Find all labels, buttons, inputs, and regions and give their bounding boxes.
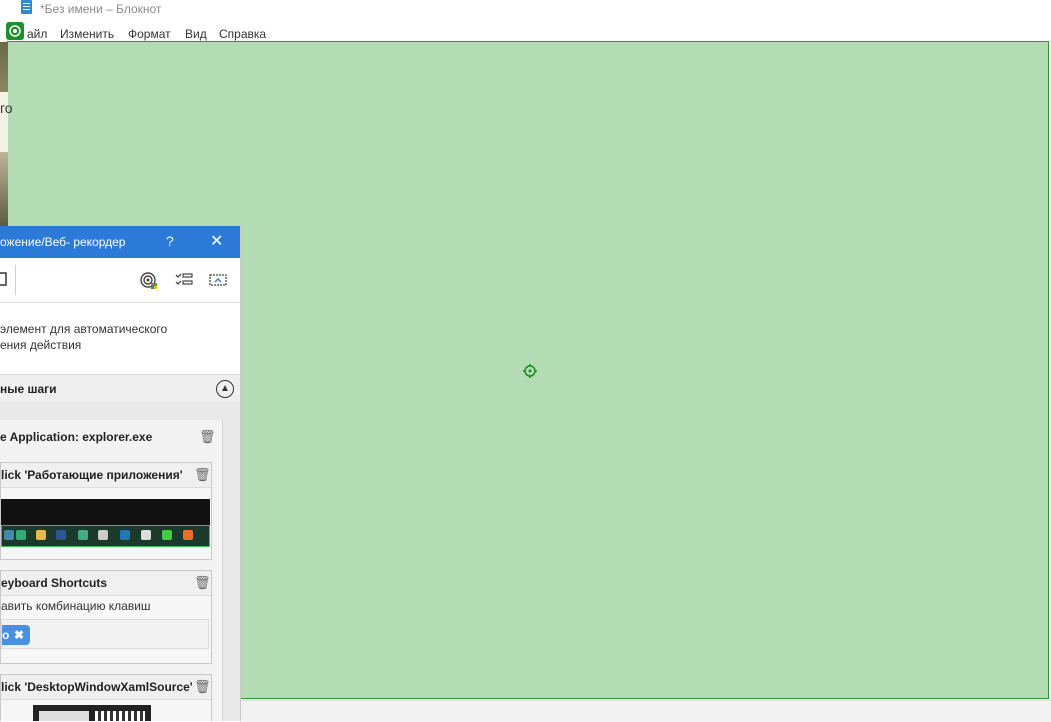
step-title: e Application: explorer.exe (0, 430, 153, 444)
background-text-fragment: го (0, 92, 13, 152)
card-header: lick 'DesktopWindowXamlSource' 🗑 (1, 675, 211, 700)
menu-edit[interactable]: Изменить (60, 27, 114, 41)
step-title: lick 'Работающие приложения' (1, 468, 183, 482)
hint-line-2: ения действия (0, 338, 82, 352)
menu-help[interactable]: Справка (219, 27, 266, 41)
shortcut-chip[interactable]: o ✖ (2, 625, 30, 645)
delete-step-icon[interactable]: 🗑 (194, 575, 211, 591)
step-screenshot-thumbnail (33, 705, 151, 721)
element-picker-icon (6, 22, 24, 40)
step-title: eyboard Shortcuts (1, 576, 108, 590)
step-click-running-apps: lick 'Работающие приложения' 🗑 (0, 462, 212, 560)
notepad-title-bar: *Без имени – Блокнот (0, 0, 1051, 22)
shortcut-input[interactable]: o ✖ (1, 619, 209, 649)
step-click-desktop-window: lick 'DesktopWindowXamlSource' 🗑 (0, 674, 212, 721)
section-title: ные шаги (0, 382, 57, 396)
notepad-status-bar (240, 700, 1051, 722)
record-icon[interactable] (0, 270, 14, 290)
close-button[interactable]: ✕ (210, 231, 223, 251)
hint-line-1: элемент для автоматического (0, 322, 168, 336)
menu-format[interactable]: Формат (128, 27, 171, 41)
toolbar-divider (15, 265, 16, 295)
delete-step-icon[interactable]: 🗑 (194, 679, 211, 695)
target-picker-icon[interactable] (139, 270, 159, 290)
recorded-steps-header[interactable]: ные шаги ▲ (0, 374, 240, 404)
screen-capture-icon[interactable] (208, 270, 228, 290)
card-header: eyboard Shortcuts 🗑 (1, 571, 211, 596)
step-screenshot-thumbnail (1, 499, 210, 547)
background-fragment: го (0, 100, 13, 116)
menu-file[interactable]: айл (27, 27, 47, 41)
card-header: lick 'Работающие приложения' 🗑 (1, 463, 211, 488)
step-launch-application: e Application: explorer.exe 🗑 lick 'Рабо… (0, 420, 223, 721)
recorder-title: ожение/Веб- рекордер (0, 235, 126, 249)
crosshair-icon (523, 364, 537, 378)
shortcut-subtitle: авить комбинацию клавиш (1, 599, 151, 613)
notepad-title: *Без имени – Блокнот (40, 2, 162, 16)
step-keyboard-shortcuts: eyboard Shortcuts 🗑 авить комбинацию кла… (0, 570, 212, 664)
delete-step-icon[interactable]: 🗑 (194, 467, 211, 483)
menu-view[interactable]: Вид (185, 27, 207, 41)
recorder-panel: ожение/Веб- рекордер ? ✕ элемент для авт… (0, 226, 241, 721)
recorder-header: ожение/Веб- рекордер ? ✕ (0, 226, 240, 258)
recorder-hint: элемент для автоматического ения действи… (0, 321, 167, 353)
notepad-menu-bar: айл Изменить Формат Вид Справка (0, 24, 1051, 42)
delete-step-icon[interactable]: 🗑 (199, 429, 216, 445)
remove-chip-icon[interactable]: ✖ (14, 625, 24, 645)
taskbar-thumbnail (1, 525, 210, 547)
step-title: lick 'DesktopWindowXamlSource' (1, 680, 193, 694)
steps-list-icon[interactable] (174, 270, 194, 290)
chip-label: o (2, 628, 10, 642)
collapse-chevron-icon[interactable]: ▲ (216, 380, 234, 398)
notepad-icon (21, 0, 32, 14)
steps-list: e Application: explorer.exe 🗑 lick 'Рабо… (0, 402, 240, 721)
recorder-toolbar (0, 258, 240, 303)
help-button[interactable]: ? (166, 233, 174, 249)
